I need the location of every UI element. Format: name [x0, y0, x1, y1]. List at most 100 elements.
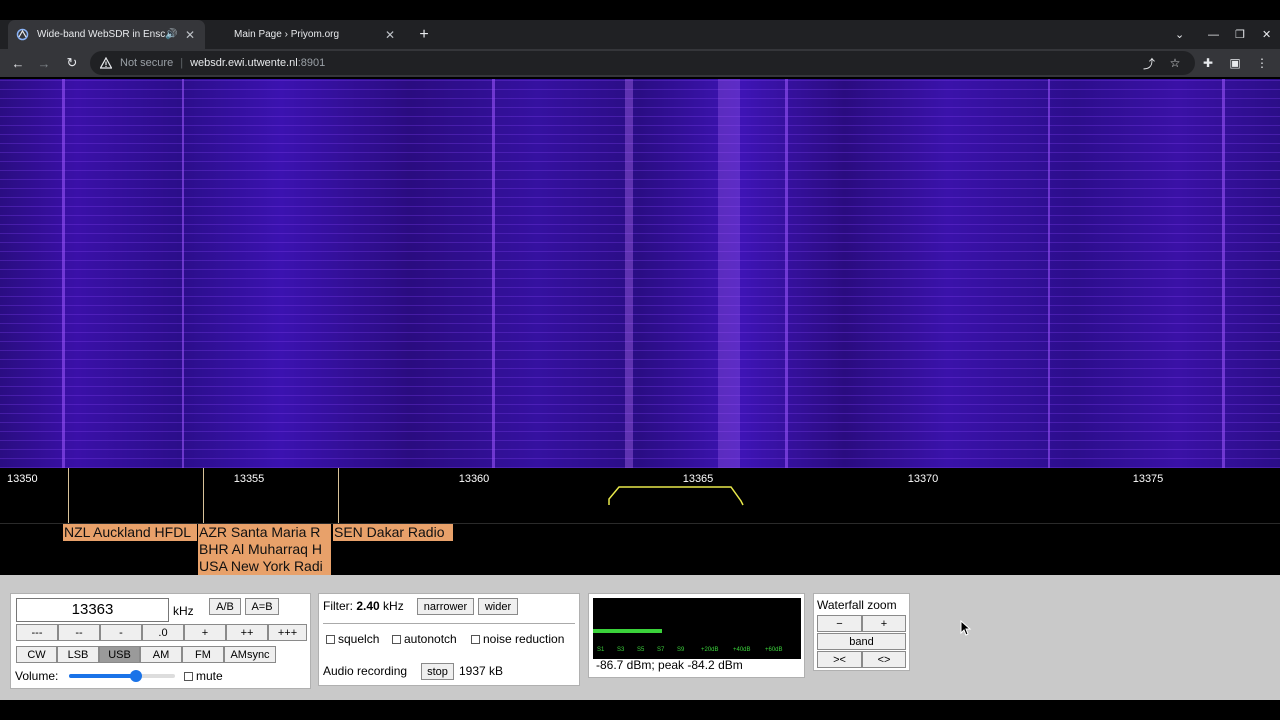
mouse-cursor-icon	[960, 620, 972, 636]
forward-icon[interactable]: →	[32, 49, 56, 77]
ab-button[interactable]: A/B	[209, 598, 241, 615]
meter-scale-label: +20dB	[701, 647, 719, 653]
frequency-box: 13363 kHz A/B A=B --- -- - .0 + ++ +++ C…	[10, 593, 311, 689]
mode-usb-button[interactable]: USB	[99, 646, 140, 663]
step-button[interactable]: --	[58, 624, 100, 641]
autonotch-control[interactable]: autonotch	[392, 632, 457, 646]
tab-websdr[interactable]: Wide-band WebSDR in Ensch 🔊 ✕	[8, 20, 205, 49]
close-tab-icon[interactable]: ✕	[183, 28, 197, 42]
menu-icon[interactable]: ⋮	[1252, 49, 1272, 77]
warning-icon	[100, 57, 112, 69]
waterfall-display[interactable]	[0, 79, 1280, 468]
signal-meter: S1 S3 S5 S7 S9 +20dB +40dB +60dB	[593, 598, 801, 659]
scale-tick-label: 13350	[7, 473, 38, 485]
recording-size: 1937 kB	[459, 664, 504, 678]
waterfall-signal-trace	[718, 79, 740, 468]
filter-value: 2.40	[356, 599, 380, 613]
mute-checkbox[interactable]	[184, 672, 193, 681]
filter-readout: Filter: 2.40 kHz	[323, 599, 404, 613]
zoom-band-button[interactable]: band	[817, 633, 906, 650]
restore-icon[interactable]: ❐	[1235, 20, 1245, 49]
station-marker	[68, 468, 69, 523]
noise-reduction-checkbox[interactable]	[471, 635, 480, 644]
mode-lsb-button[interactable]: LSB	[57, 646, 99, 663]
speaker-icon[interactable]: 🔊	[165, 29, 179, 40]
zoom-out-button[interactable]: −	[817, 615, 862, 632]
waterfall-signal-trace	[785, 79, 788, 468]
audio-recording-label: Audio recording	[323, 664, 408, 678]
step-button[interactable]: .0	[142, 624, 184, 641]
tab-title: Main Page › Priyom.org	[234, 29, 340, 40]
security-text: Not secure	[120, 57, 174, 69]
zoom-narrow-button[interactable]: ><	[817, 651, 862, 668]
noise-reduction-label: noise reduction	[483, 632, 565, 646]
meter-scale-label: +60dB	[765, 647, 783, 653]
mode-amsync-button[interactable]: AMsync	[224, 646, 276, 663]
filter-box: Filter: 2.40 kHz narrower wider squelch …	[318, 593, 580, 686]
filter-unit: kHz	[383, 599, 404, 613]
wider-button[interactable]: wider	[478, 598, 518, 615]
autonotch-label: autonotch	[404, 632, 457, 646]
waterfall-signal-trace	[182, 79, 184, 468]
mode-am-button[interactable]: AM	[140, 646, 182, 663]
waterfall-signal-trace	[62, 79, 65, 468]
screen-top-border	[0, 0, 1280, 20]
close-window-icon[interactable]: ✕	[1262, 20, 1271, 49]
tab-priyom[interactable]: Main Page › Priyom.org ✕	[205, 20, 405, 49]
filter-label: Filter:	[323, 599, 353, 613]
volume-slider[interactable]	[69, 670, 175, 682]
url-separator: |	[180, 57, 184, 69]
frequency-scale[interactable]: 13350 13355 13360 13365 13370 13375	[0, 468, 1280, 523]
step-button[interactable]: +	[184, 624, 226, 641]
station-label[interactable]: USA New York Radi	[198, 558, 331, 575]
squelch-checkbox[interactable]	[326, 635, 335, 644]
reload-icon[interactable]: ↻	[60, 49, 84, 77]
mute-control[interactable]: mute	[184, 669, 223, 683]
meter-scale-label: S9	[677, 647, 685, 653]
new-tab-button[interactable]: +	[414, 20, 434, 49]
step-button[interactable]: -	[100, 624, 142, 641]
a-equals-b-button[interactable]: A=B	[245, 598, 279, 615]
close-tab-icon[interactable]: ✕	[383, 28, 397, 42]
address-bar[interactable]: Not secure | websdr.ewi.utwente.nl :8901	[90, 51, 1195, 75]
passband-indicator[interactable]	[607, 485, 745, 507]
minimize-icon[interactable]: —	[1208, 20, 1219, 49]
zoom-widen-button[interactable]: <>	[862, 651, 906, 668]
station-label[interactable]: AZR Santa Maria R	[198, 524, 331, 541]
narrower-button[interactable]: narrower	[417, 598, 474, 615]
back-icon[interactable]: ←	[6, 49, 30, 77]
volume-slider-fill	[69, 674, 136, 678]
volume-slider-thumb[interactable]	[129, 670, 142, 682]
station-label[interactable]: SEN Dakar Radio	[333, 524, 453, 541]
step-button[interactable]: +++	[268, 624, 307, 641]
extensions-icon[interactable]: ✚	[1198, 49, 1218, 77]
filter-divider	[323, 623, 575, 624]
mode-fm-button[interactable]: FM	[182, 646, 224, 663]
zoom-in-button[interactable]: +	[862, 615, 906, 632]
side-panel-icon[interactable]: ▣	[1225, 49, 1245, 77]
station-label[interactable]: NZL Auckland HFDL	[63, 524, 197, 541]
screen-bottom-border	[0, 700, 1280, 720]
share-icon[interactable]: ⤴	[1139, 49, 1159, 77]
signal-meter-box: S1 S3 S5 S7 S9 +20dB +40dB +60dB -86.7 d…	[588, 593, 805, 678]
websdr-favicon-icon	[16, 28, 29, 41]
meter-scale-label: S3	[617, 647, 625, 653]
mode-cw-button[interactable]: CW	[16, 646, 57, 663]
tab-strip: Wide-band WebSDR in Ensch 🔊 ✕ Main Page …	[0, 20, 1280, 49]
step-button[interactable]: ---	[16, 624, 58, 641]
station-marker	[203, 468, 204, 523]
station-label[interactable]: BHR Al Muharraq H	[198, 541, 331, 558]
autonotch-checkbox[interactable]	[392, 635, 401, 644]
star-icon[interactable]: ☆	[1165, 49, 1185, 77]
meter-scale-label: S1	[597, 647, 605, 653]
volume-label: Volume:	[15, 669, 59, 683]
frequency-input[interactable]: 13363	[16, 598, 169, 622]
stop-recording-button[interactable]: stop	[421, 663, 454, 680]
tab-search-icon[interactable]: ⌄	[1175, 20, 1184, 49]
scale-tick-label: 13365	[682, 473, 714, 485]
meter-scale-label: S7	[657, 647, 665, 653]
noise-reduction-control[interactable]: noise reduction	[471, 632, 564, 646]
step-button[interactable]: ++	[226, 624, 268, 641]
squelch-control[interactable]: squelch	[326, 632, 379, 646]
signal-level-bar	[593, 629, 662, 633]
